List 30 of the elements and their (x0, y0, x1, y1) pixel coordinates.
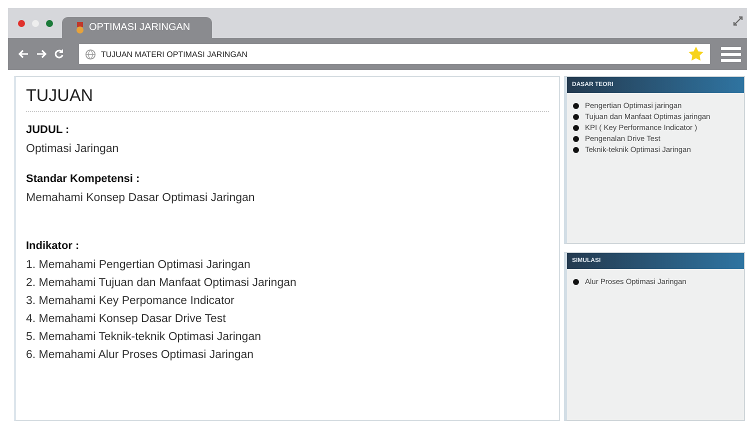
globe-icon (85, 48, 96, 60)
star-icon[interactable] (688, 46, 704, 62)
forward-arrow-icon[interactable] (36, 49, 47, 59)
menu-icon[interactable] (721, 46, 741, 62)
section-label: JUDUL : (26, 124, 70, 136)
address-field[interactable]: TUJUAN MATERI OPTIMASI JARINGAN (79, 44, 710, 64)
indicator-item: 5. Memahami Teknik-teknik Optimasi Jaringan (26, 331, 262, 343)
medal-icon (76, 22, 84, 34)
indicator-item: 4. Memahami Konsep Dasar Drive Test (26, 313, 227, 325)
section-label: Indikator : (26, 240, 80, 252)
bullet-icon (573, 102, 579, 108)
maximize-window-dot[interactable] (46, 20, 53, 26)
section-label: Standar Kompetensi : (26, 173, 141, 185)
indicator-item: 2. Memahami Tujuan dan Manfaat Optimasi Jaringan (26, 277, 298, 289)
section-text: Memahami Konsep Dasar Optimasi Jaringan (26, 192, 256, 204)
bullet-icon (573, 114, 579, 120)
expand-icon[interactable] (733, 16, 743, 26)
bullet-icon (573, 146, 579, 152)
indicator-item: 6. Memahami Alur Proses Optimasi Jaringan (26, 349, 255, 361)
minimize-window-dot[interactable] (32, 20, 39, 26)
bullet-icon (573, 278, 579, 284)
bullet-icon (573, 136, 579, 142)
bullet-icon (573, 124, 579, 130)
close-window-dot[interactable] (18, 20, 25, 26)
indicator-item: 1. Memahami Pengertian Optimasi Jaringan (26, 259, 252, 271)
indicator-item: 3. Memahami Key Perpomance Indicator (26, 295, 236, 307)
reload-icon[interactable] (54, 49, 64, 59)
page-heading: TUJUAN (26, 77, 549, 112)
section-text: Optimasi Jaringan (26, 143, 120, 155)
back-arrow-icon[interactable] (18, 49, 29, 59)
